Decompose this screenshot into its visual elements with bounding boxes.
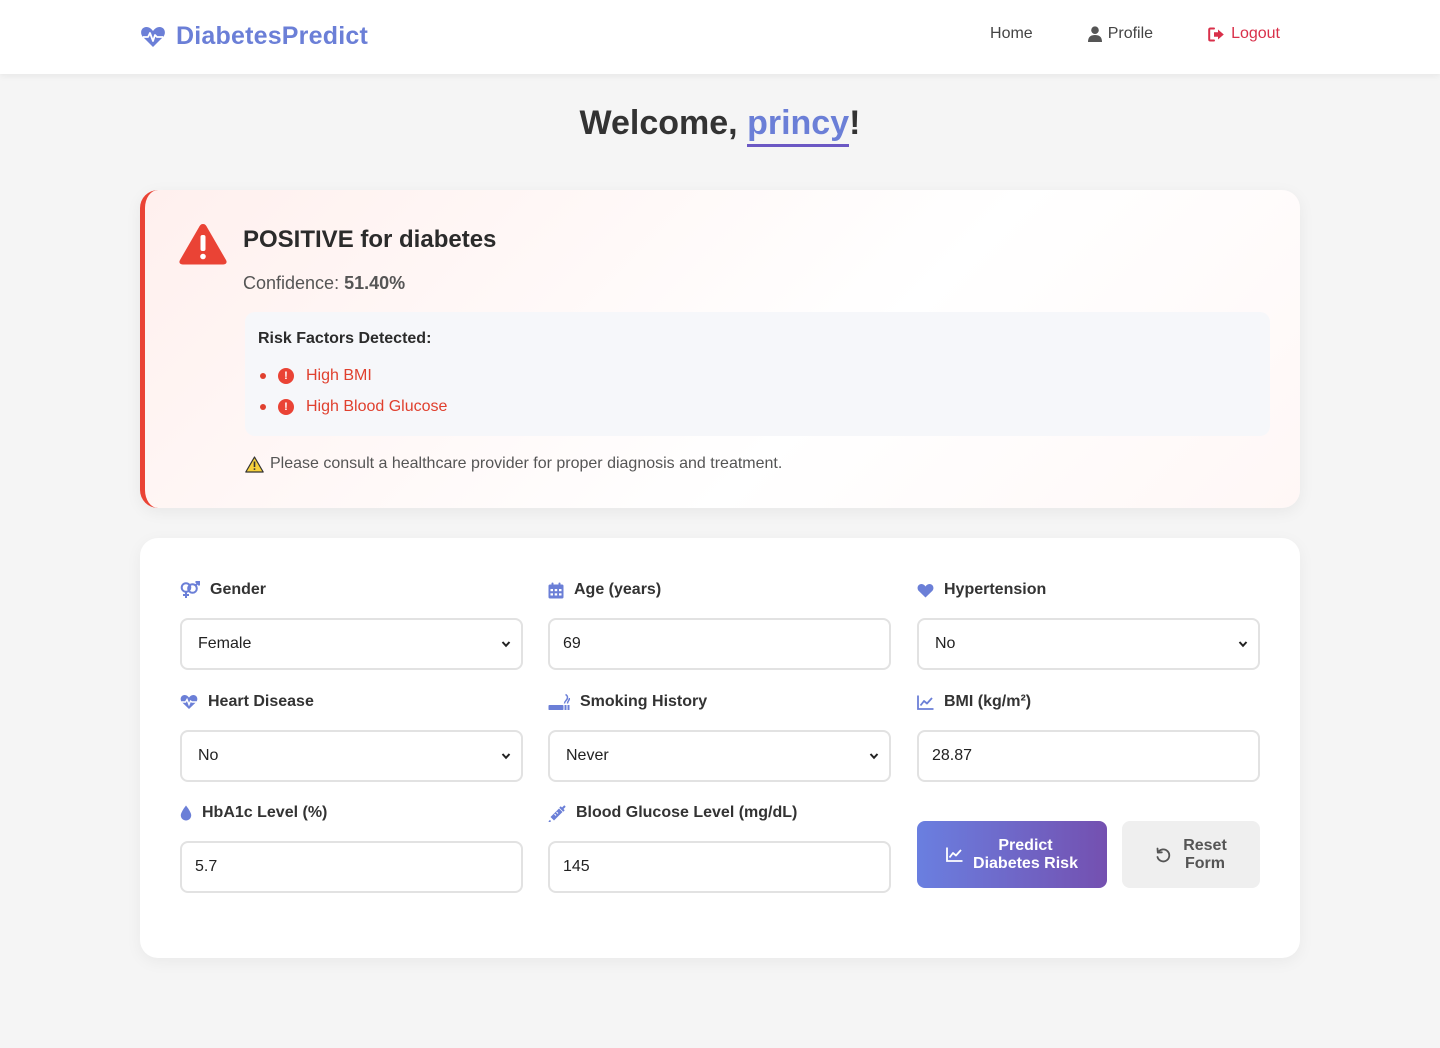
chevron-down-icon: [869, 753, 879, 760]
prediction-form-card: Gender Female Age (years) 69 Hypertensio…: [140, 538, 1300, 958]
hypertension-label: Hypertension: [917, 578, 1260, 602]
welcome-prefix: Welcome,: [579, 104, 748, 142]
bullet: [260, 403, 266, 410]
predict-button-line1: Predict: [998, 836, 1053, 854]
bmi-field: BMI (kg/m²) 28.87: [917, 690, 1260, 782]
predict-button-line2: Diabetes Risk: [973, 854, 1078, 872]
nav-logout-link[interactable]: Logout: [1208, 25, 1280, 43]
chart-line-icon: [946, 847, 963, 862]
heart-disease-select[interactable]: No: [180, 730, 523, 782]
syringe-icon: [548, 804, 566, 822]
navbar: DiabetesPredict Home Profile Logout: [0, 0, 1440, 74]
hypertension-select-value: No: [935, 635, 956, 652]
nav-home-label: Home: [990, 25, 1033, 42]
brand-name: DiabetesPredict: [176, 22, 368, 50]
predict-button-label: Predict Diabetes Risk: [973, 837, 1078, 873]
smoking-icon: [548, 693, 570, 710]
nav-logout-label: Logout: [1231, 25, 1280, 42]
smoking-select-value: Never: [566, 747, 609, 764]
chart-line-icon: [917, 695, 934, 710]
sign-out-icon: [1208, 27, 1224, 41]
glucose-label: Blood Glucose Level (mg/dL): [548, 801, 891, 825]
heart-icon: [917, 583, 934, 597]
risk-factors-title: Risk Factors Detected:: [258, 330, 432, 347]
bmi-label: BMI (kg/m²): [917, 690, 1260, 714]
result-title: POSITIVE for diabetes: [243, 226, 497, 253]
smoking-field: Smoking History Never: [548, 690, 891, 782]
reset-button-line1: Reset: [1183, 836, 1227, 854]
hypertension-label-text: Hypertension: [944, 581, 1047, 598]
hypertension-select[interactable]: No: [917, 618, 1260, 670]
age-input-value: 69: [563, 635, 581, 652]
nav-home-link[interactable]: Home: [990, 25, 1033, 43]
predict-button[interactable]: Predict Diabetes Risk: [917, 821, 1107, 888]
glucose-label-text: Blood Glucose Level (mg/dL): [576, 804, 798, 821]
bmi-label-text: BMI (kg/m²): [944, 693, 1032, 710]
bmi-input[interactable]: 28.87: [917, 730, 1260, 782]
droplet-icon: [180, 805, 192, 821]
chevron-down-icon: [501, 753, 511, 760]
heart-disease-label-text: Heart Disease: [208, 693, 314, 710]
reset-button-label: Reset Form: [1183, 837, 1227, 873]
gender-label-text: Gender: [210, 581, 267, 598]
risk-factor-label: High BMI: [306, 366, 372, 384]
reset-button-line2: Form: [1184, 854, 1225, 872]
nav-links: Home Profile Logout: [990, 25, 1280, 43]
age-field: Age (years) 69: [548, 578, 891, 670]
exclamation-circle-icon: !: [278, 398, 294, 415]
heartbeat-icon: [141, 26, 165, 47]
hba1c-input[interactable]: 5.7: [180, 841, 523, 893]
chevron-down-icon: [1238, 641, 1248, 648]
hba1c-field: HbA1c Level (%) 5.7: [180, 801, 523, 893]
nav-profile-link[interactable]: Profile: [1087, 25, 1154, 43]
confidence-text: Confidence: 51.40%: [243, 273, 405, 294]
glucose-input-value: 145: [563, 858, 590, 875]
prediction-result-card: POSITIVE for diabetes Confidence: 51.40%…: [140, 190, 1300, 508]
smoking-label: Smoking History: [548, 690, 891, 714]
confidence-label: Confidence:: [243, 273, 345, 293]
calendar-icon: [548, 582, 564, 598]
welcome-suffix: !: [849, 104, 861, 142]
brand-logo[interactable]: DiabetesPredict: [140, 22, 368, 51]
age-label-text: Age (years): [574, 581, 662, 598]
warning-triangle-icon: [179, 224, 227, 265]
hba1c-input-value: 5.7: [195, 858, 218, 875]
glucose-field: Blood Glucose Level (mg/dL) 145: [548, 801, 891, 893]
age-input[interactable]: 69: [548, 618, 891, 670]
venus-mars-icon: [180, 581, 200, 598]
risk-factor-item: ! High Blood Glucose: [258, 391, 1257, 422]
risk-factors-box: Risk Factors Detected: ! High BMI ! High…: [245, 312, 1270, 436]
hba1c-label-text: HbA1c Level (%): [202, 804, 328, 821]
gender-select-value: Female: [198, 635, 252, 652]
confidence-value: 51.40%: [344, 273, 406, 293]
risk-factor-item: ! High BMI: [258, 360, 1257, 391]
welcome-heading: Welcome, princy!: [0, 104, 1440, 147]
smoking-select[interactable]: Never: [548, 730, 891, 782]
undo-icon: [1156, 847, 1171, 862]
heart-disease-field: Heart Disease No: [180, 690, 523, 782]
reset-button[interactable]: Reset Form: [1122, 821, 1260, 888]
age-label: Age (years): [548, 578, 891, 602]
smoking-label-text: Smoking History: [580, 693, 708, 710]
heartbeat-icon: [180, 695, 198, 709]
bullet: [260, 372, 266, 379]
hba1c-label: HbA1c Level (%): [180, 801, 523, 825]
consult-note-text: Please consult a healthcare provider for…: [270, 455, 783, 472]
gender-label: Gender: [180, 578, 523, 602]
risk-factor-label: High Blood Glucose: [306, 397, 448, 415]
consult-note: Please consult a healthcare provider for…: [245, 455, 782, 473]
bmi-input-value: 28.87: [932, 747, 973, 764]
hypertension-field: Hypertension No: [917, 578, 1260, 670]
nav-profile-label: Profile: [1107, 25, 1154, 42]
gender-select[interactable]: Female: [180, 618, 523, 670]
chevron-down-icon: [501, 641, 511, 648]
gender-field: Gender Female: [180, 578, 523, 670]
exclamation-circle-icon: !: [278, 367, 294, 384]
warning-emoji-icon: [245, 455, 264, 473]
glucose-input[interactable]: 145: [548, 841, 891, 893]
heart-disease-select-value: No: [198, 747, 219, 764]
user-icon: [1087, 26, 1102, 42]
welcome-username: princy: [747, 104, 850, 147]
heart-disease-label: Heart Disease: [180, 690, 523, 714]
